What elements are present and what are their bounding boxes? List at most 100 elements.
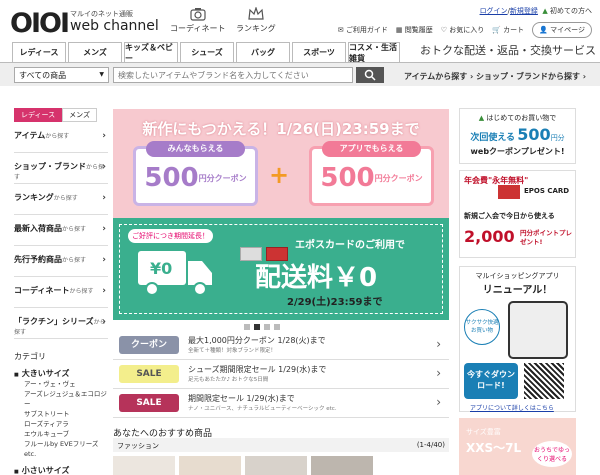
sidebar-menu-item[interactable]: 「ラクチン」シリーズから探す ›	[14, 308, 108, 339]
hero-banner[interactable]: 新作にもつかえる！1/26(日)23:59まで みんなもらえる 500円分クーポ…	[113, 109, 449, 320]
recommendation-thumbnails	[113, 456, 373, 475]
product-thumbnail[interactable]	[311, 456, 373, 475]
promo-subtitle: 足元もあたたか♪ おトクな5日間	[188, 377, 269, 383]
product-thumbnail[interactable]	[113, 456, 175, 475]
history-link[interactable]: ▦ 閲覧履歴	[396, 25, 433, 35]
brand-title: web channel	[70, 18, 159, 34]
size-value: XXS～7L	[466, 441, 522, 455]
category-groups: 大きいサイズアー・ヴェ・ヴェアーズレジュジュ＆エコロジーサブストリートローズティ…	[0, 368, 108, 475]
search-bar: すべての商品 ▼ アイテムから探す › ショップ・ブランドから探す ›	[0, 62, 600, 86]
coordinate-link[interactable]: コーディネート	[170, 7, 225, 34]
category-tab[interactable]: メンズ	[68, 42, 122, 62]
category-tab[interactable]: レディース	[12, 42, 66, 62]
category-group-head[interactable]: 大きいサイズ	[14, 368, 108, 379]
sidebar-menu-item[interactable]: アイテムから探す ›	[14, 122, 108, 153]
sidebar-menu-item[interactable]: ランキングから探す ›	[14, 184, 108, 215]
points-unit: 円分ポイントプレゼント!	[520, 229, 572, 246]
carousel-dot[interactable]	[244, 324, 250, 330]
app-title: マルイショッピングアプリ	[475, 272, 560, 280]
coupon-ticket-app: アプリでもらえる 500円分クーポン	[309, 141, 434, 206]
brand-search-label: ショップ・ブランドから探す	[476, 72, 580, 81]
sidebar-menu-item[interactable]: コーディネートから探す ›	[14, 277, 108, 308]
product-thumbnail[interactable]	[245, 456, 307, 475]
promo-row[interactable]: SALE シューズ期間限定セール 1/29(水)まで 足元もあたたか♪ おトクな5日…	[113, 361, 449, 389]
search-input[interactable]	[113, 67, 353, 83]
category-tab[interactable]: コスメ・生活雑貨	[348, 42, 400, 63]
promo-tag: SALE	[119, 394, 179, 412]
account-links: ログイン/新規登録 ▲ 初めての方へ	[479, 7, 592, 15]
search-scope-select[interactable]: すべての商品 ▼	[14, 67, 109, 83]
tab-ladies[interactable]: レディース	[14, 108, 63, 122]
epos-card-banner[interactable]: 年会費"永年無料" EPOS CARD 新規ご入会で今日から使える 2,000 …	[459, 170, 576, 258]
menu-label: コーディネート	[14, 286, 70, 295]
beginner-icon: ▲	[478, 114, 485, 122]
coupon-unit: 円分	[550, 134, 565, 142]
category-item[interactable]: アーズレジュジュ＆エコロジー	[24, 389, 108, 409]
sidebar-menu-item[interactable]: 最新入荷商品から探す ›	[14, 215, 108, 246]
size-banner[interactable]: サイズ豊富 XXS～7L おうちでゆっくり選べる	[459, 418, 576, 475]
search-button[interactable]	[356, 67, 384, 83]
menu-sub-label: から探す	[53, 195, 78, 202]
search-icon	[364, 69, 376, 81]
ticket-head-app: アプリでもらえる	[322, 141, 421, 157]
phone-mockup	[508, 301, 568, 359]
chevron-right-icon: ›	[102, 224, 106, 234]
mail-icon: ✉	[337, 26, 344, 34]
delivery-service-banner[interactable]: おトクな配送・返品・交換サービス	[420, 42, 596, 58]
sidebar-menu-item[interactable]: ショップ・ブランドから探す ›	[14, 153, 108, 184]
free-shipping-date: 2/29(土)23:59まで	[287, 297, 383, 308]
menu-label: 最新入荷商品	[14, 224, 62, 233]
download-label: 今すぐダウンロード!	[467, 370, 515, 390]
brand-name[interactable]: マルイのネット通販 web channel	[70, 9, 159, 34]
carousel-dot[interactable]	[274, 324, 280, 330]
cart-link[interactable]: 🛒 カート	[492, 25, 524, 35]
guide-link[interactable]: ✉ ご利用ガイド	[338, 25, 388, 35]
register-link[interactable]: 新規登録	[510, 7, 538, 15]
login-link[interactable]: ログイン	[480, 7, 508, 15]
free-shipping-banner[interactable]: ご好評につき期間延長！ ¥0 エポスカードのご利用で 配送料￥0 2/29(土)…	[113, 218, 449, 320]
item-search-label: アイテムから探す	[404, 72, 468, 81]
first-time-link[interactable]: 初めての方へ	[550, 7, 592, 15]
category-tab[interactable]: キッズ＆ベビー	[124, 42, 178, 63]
brand-search-link[interactable]: ショップ・ブランドから探す ›	[476, 71, 586, 82]
mypage-button[interactable]: 👤 マイページ	[532, 22, 592, 38]
category-group-head[interactable]: 小さいサイズ	[14, 465, 108, 475]
first-shop-label: はじめてのお買い物で	[486, 114, 557, 122]
app-renewal-banner[interactable]: マルイショッピングアプリ リニューアル！ サクサク快適お買い物 今すぐダウンロー…	[459, 266, 576, 412]
next-use-label: 次回使える	[470, 133, 516, 143]
menu-sub-label: から探す	[45, 133, 70, 140]
menu-label: アイテム	[14, 131, 46, 140]
coupon-amount: 500	[517, 125, 551, 144]
favorites-link[interactable]: ♡ お気に入り	[441, 25, 485, 35]
utility-links: ✉ ご利用ガイド ▦ 閲覧履歴 ♡ お気に入り 🛒 カート 👤 マイページ	[338, 22, 592, 38]
recommendation-count: (1-4/40)	[416, 441, 445, 449]
item-search-link[interactable]: アイテムから探す ›	[404, 71, 473, 82]
chevron-right-icon: ›	[102, 286, 106, 296]
category-item[interactable]: サブストリート	[24, 409, 108, 419]
category-tab[interactable]: シューズ	[180, 42, 234, 62]
menu-label: ショップ・ブランド	[14, 162, 86, 171]
app-details-link[interactable]: アプリについて詳しくはこちら	[470, 403, 554, 412]
category-item[interactable]: エウルキューブ	[24, 429, 108, 439]
tab-mens[interactable]: メンズ	[62, 108, 98, 122]
first-purchase-banner[interactable]: ▲ はじめてのお買い物で 次回使える 500円分 webクーポンプレゼント!	[459, 108, 576, 164]
free-shipping-text: 配送料￥0	[255, 263, 378, 293]
download-button[interactable]: 今すぐダウンロード!	[464, 363, 518, 399]
points-line: 2,000	[464, 227, 515, 246]
left-sidebar: レディース メンズ アイテムから探す › ショップ・ブランドから探す › ランキングから…	[0, 108, 108, 475]
carousel-dot[interactable]	[264, 324, 270, 330]
promo-row[interactable]: クーポン 最大1,000円分クーポン 1/28(火)まで 全新て＋種類！対象ブランド…	[113, 332, 449, 360]
size-title: サイズ豊富	[466, 428, 501, 436]
promo-row[interactable]: SALE 期間限定セール 1/29(水)まで ナノ・ユニバース、ナチュラルビューティ…	[113, 390, 449, 418]
product-thumbnail[interactable]	[179, 456, 241, 475]
category-item[interactable]: ローズティアラ	[24, 419, 108, 429]
category-tab[interactable]: スポーツ	[292, 42, 346, 62]
coupon-banner[interactable]: 新作にもつかえる！1/26(日)23:59まで みんなもらえる 500円分クーポ…	[113, 109, 449, 218]
sidebar-menu-item[interactable]: 先行予約商品から探す ›	[14, 246, 108, 277]
category-item[interactable]: アー・ヴェ・ヴェ	[24, 379, 108, 389]
marui-logo[interactable]: OIOI	[10, 8, 70, 39]
carousel-dot[interactable]	[254, 324, 260, 330]
category-tab[interactable]: バッグ	[236, 42, 290, 62]
ranking-link[interactable]: ランキング	[236, 7, 276, 34]
category-item[interactable]: フルールby EVEフリーズ etc.	[24, 439, 108, 459]
